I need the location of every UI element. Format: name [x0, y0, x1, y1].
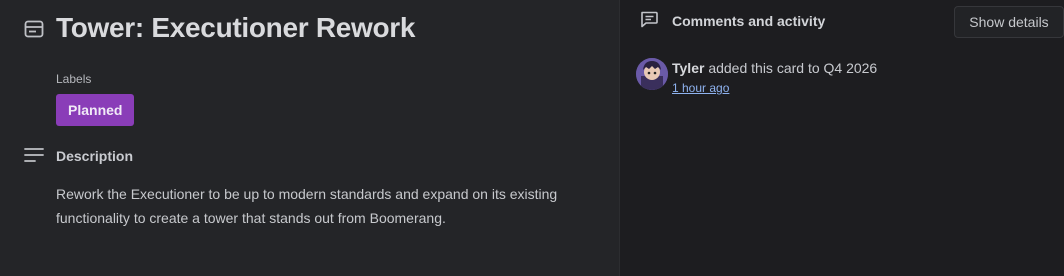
description-lines-icon — [24, 147, 44, 163]
card-detail-window: Tower: Executioner Rework Labels Planned… — [0, 0, 1064, 276]
show-details-button[interactable]: Show details — [954, 6, 1064, 38]
label-planned[interactable]: Planned — [56, 94, 135, 126]
card-main-pane: Tower: Executioner Rework Labels Planned… — [0, 0, 620, 276]
description-text[interactable]: Rework the Executioner to be up to moder… — [56, 182, 576, 230]
avatar[interactable] — [636, 58, 668, 90]
activity-entry: Tyler added this card to Q4 2026 — [672, 60, 877, 76]
activity-action: added this card to Q4 2026 — [704, 60, 878, 76]
description-heading: Description — [56, 148, 134, 164]
comment-icon — [640, 11, 658, 28]
labels-heading: Labels — [56, 72, 92, 86]
activity-heading: Comments and activity — [672, 13, 826, 29]
card-icon — [24, 20, 44, 38]
card-title[interactable]: Tower: Executioner Rework — [56, 12, 415, 44]
activity-pane: Comments and activity Show details Tyler… — [620, 0, 1064, 276]
activity-user[interactable]: Tyler — [672, 60, 704, 76]
activity-timestamp-link[interactable]: 1 hour ago — [672, 81, 729, 95]
